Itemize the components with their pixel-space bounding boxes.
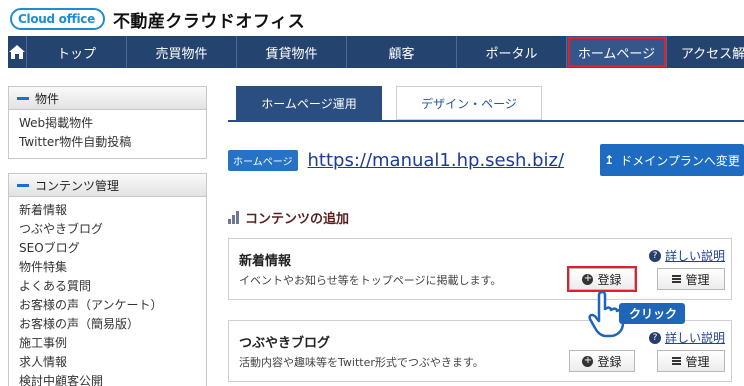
sidebar-list-contents: 新着情報 つぶやきブログ SEOブログ 物件特集 よくある質問 お客様の声（アン… — [8, 197, 207, 386]
nav-item-2[interactable]: 賃貸物件 — [237, 36, 347, 68]
register-label: 登録 — [597, 272, 622, 287]
main-content: ホームページ運用 デザイン・ページ ホームページ https://manual1… — [228, 86, 744, 382]
domain-button-label: ドメインプランへ変更 — [620, 153, 740, 168]
arrow-up-icon: ↥ — [604, 153, 615, 167]
sidebar-item-tweet-blog[interactable]: つぶやきブログ — [19, 220, 198, 239]
nav-item-4[interactable]: ポータル — [457, 36, 567, 68]
plus-circle-icon: + — [582, 273, 594, 285]
nav-item-0[interactable]: トップ — [27, 36, 127, 68]
tab-homepage-operation[interactable]: ホームページ運用 — [236, 86, 382, 120]
help-link[interactable]: ? 詳しい説明 — [648, 329, 725, 346]
home-icon — [9, 45, 25, 59]
nav-item-5[interactable]: ホームページ — [567, 36, 667, 68]
section-title-add-contents: コンテンツの追加 — [228, 208, 349, 227]
section-title-text: コンテンツの追加 — [245, 212, 350, 227]
click-label: クリック — [619, 303, 686, 324]
tab-bar: ホームページ運用 デザイン・ページ — [228, 86, 744, 120]
sidebar-item-news[interactable]: 新着情報 — [19, 201, 198, 220]
sidebar-item-faq[interactable]: よくある質問 — [19, 277, 198, 296]
change-domain-plan-button[interactable]: ↥ ドメインプランへ変更 — [600, 144, 744, 176]
sidebar-item-twitter-auto-post[interactable]: Twitter物件自動投稿 — [19, 133, 198, 152]
sidebar-item-prospect-public[interactable]: 検討中顧客公開 — [19, 372, 198, 386]
homepage-url-link[interactable]: https://manual1.hp.sesh.biz/ — [308, 150, 565, 171]
sidebar-item-web-listing[interactable]: Web掲載物件 — [19, 114, 198, 133]
minus-icon — [17, 96, 29, 100]
question-icon: ? — [648, 331, 661, 344]
main-nav: トップ売買物件賃貸物件顧客ポータルホームページアクセス解析 — [8, 36, 744, 68]
register-button[interactable]: + 登録 — [569, 350, 635, 372]
manage-button[interactable]: 管理 — [657, 268, 725, 290]
app-title: 不動産クラウドオフィス — [112, 11, 306, 32]
content-card-tweet-blog: つぶやきブログ 活動内容や趣味等をTwitter形式でつぶやきます。 ? 詳しい… — [228, 320, 732, 382]
sidebar-section-title: 物件 — [35, 91, 60, 106]
card-description: 活動内容や趣味等をTwitter形式でつぶやきます。 — [239, 356, 484, 369]
sidebar-section-title: コンテンツ管理 — [35, 178, 120, 193]
card-title: つぶやきブログ — [239, 336, 331, 351]
logo-badge-text: Cloud office — [18, 12, 95, 26]
manage-label: 管理 — [685, 272, 710, 287]
sidebar-item-voice-survey[interactable]: お客様の声（アンケート） — [19, 296, 198, 315]
plus-circle-icon: + — [582, 355, 594, 367]
sidebar: 物件 Web掲載物件 Twitter物件自動投稿 コンテンツ管理 新着情報 つぶ… — [8, 86, 207, 386]
sidebar-section-header-property[interactable]: 物件 — [8, 86, 207, 110]
question-icon: ? — [648, 249, 661, 262]
register-button[interactable]: + 登録 — [567, 266, 637, 292]
homepage-badge: ホームページ — [228, 149, 298, 171]
card-description: イベントやお知らせ等をトップページに掲載します。 — [239, 274, 502, 287]
sidebar-item-construction-cases[interactable]: 施工事例 — [19, 334, 198, 353]
cloud-office-badge: Cloud office — [10, 8, 105, 30]
register-label: 登録 — [597, 354, 622, 369]
sidebar-item-seo-blog[interactable]: SEOブログ — [19, 239, 198, 258]
help-link[interactable]: ? 詳しい説明 — [648, 247, 725, 264]
sidebar-item-property-feature[interactable]: 物件特集 — [19, 258, 198, 277]
manage-button[interactable]: 管理 — [657, 350, 725, 372]
sidebar-list-property: Web掲載物件 Twitter物件自動投稿 — [8, 110, 207, 159]
app-logo[interactable]: Cloud office 不動産クラウドオフィス — [10, 6, 305, 32]
help-link-label: 詳しい説明 — [664, 249, 725, 263]
list-icon — [672, 275, 682, 283]
nav-item-3[interactable]: 顧客 — [347, 36, 457, 68]
tab-design-page[interactable]: デザイン・ページ — [396, 86, 542, 120]
list-icon — [672, 357, 682, 365]
nav-item-1[interactable]: 売買物件 — [127, 36, 237, 68]
tab-underline — [228, 120, 744, 122]
nav-home-button[interactable] — [8, 36, 27, 68]
homepage-url-row: ホームページ https://manual1.hp.sesh.biz/ ↥ ドメ… — [228, 144, 744, 176]
bar-chart-icon — [228, 211, 239, 224]
sidebar-section-header-contents[interactable]: コンテンツ管理 — [8, 173, 207, 197]
nav-item-group: トップ売買物件賃貸物件顧客ポータルホームページアクセス解析 — [27, 36, 744, 68]
manage-label: 管理 — [685, 354, 710, 369]
sidebar-item-job-info[interactable]: 求人情報 — [19, 353, 198, 372]
content-card-news: 新着情報 イベントやお知らせ等をトップページに掲載します。 ? 詳しい説明 + … — [228, 238, 732, 300]
minus-icon — [17, 183, 29, 187]
help-link-label: 詳しい説明 — [664, 331, 725, 345]
card-title: 新着情報 — [239, 254, 292, 269]
nav-item-6[interactable]: アクセス解析 — [667, 36, 744, 68]
sidebar-item-voice-simple[interactable]: お客様の声（簡易版） — [19, 315, 198, 334]
